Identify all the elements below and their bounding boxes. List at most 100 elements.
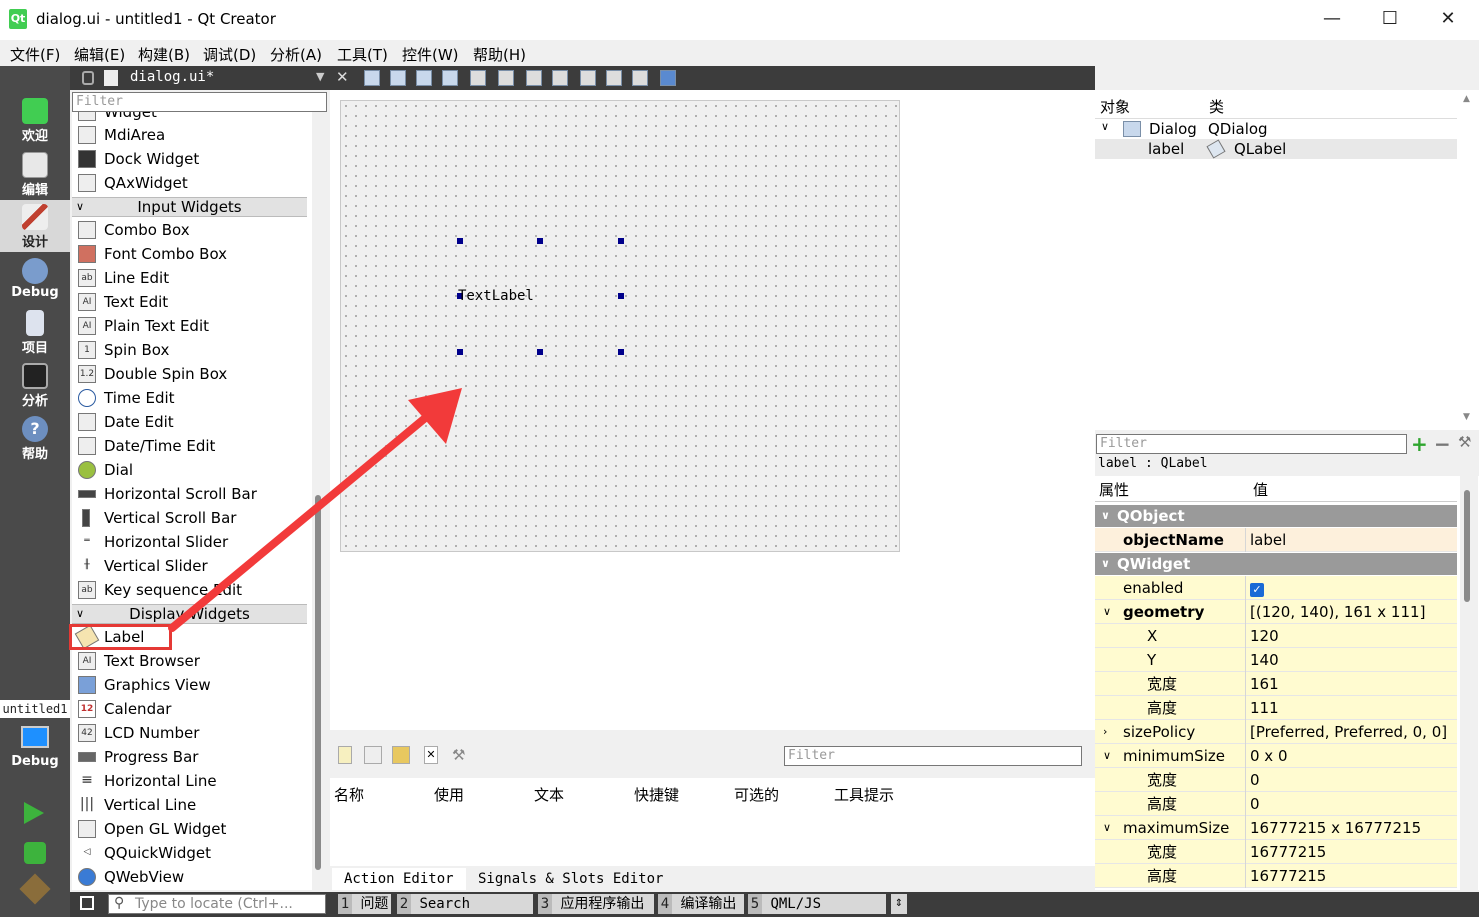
add-property-icon[interactable]: + [1411,432,1428,456]
target-selector[interactable]: untitled1 Debug [0,700,70,790]
column-header[interactable]: 工具提示 [834,784,894,805]
property-row-minimumsize[interactable]: ∨ minimumSize 0 x 0 [1095,744,1457,768]
mode-project[interactable]: 项目 [0,306,70,358]
selection-handle[interactable] [457,349,463,355]
column-header[interactable]: 快捷键 [634,784,679,805]
mode-help[interactable]: ? 帮助 [0,412,70,464]
copy-action-icon[interactable] [364,746,382,764]
edit-buddies-icon[interactable] [416,70,432,86]
selection-handle[interactable] [618,293,624,299]
property-row-y[interactable]: Y 140 [1095,648,1457,672]
run-icon[interactable] [24,802,44,824]
edit-widgets-icon[interactable] [364,70,380,86]
build-hammer-icon[interactable] [19,873,51,905]
menu-build[interactable]: 构建(B) [138,44,190,65]
widget-item[interactable]: Font Combo Box [72,242,312,266]
mode-edit[interactable]: 编辑 [0,148,70,200]
property-row-maximumsize[interactable]: ∨ maximumSize 16777215 x 16777215 [1095,816,1457,840]
property-row-geometry[interactable]: ∨ geometry [(120, 140), 161 x 111] [1095,600,1457,624]
enabled-checkbox[interactable]: ✓ [1250,583,1264,597]
column-header[interactable]: 可选的 [734,784,779,805]
column-header[interactable]: 名称 [334,784,364,805]
menu-edit[interactable]: 编辑(E) [74,44,125,65]
tree-row-label[interactable]: label QLabel [1095,139,1457,159]
tab-signals-slots-editor[interactable]: Signals & Slots Editor [466,868,675,890]
column-header[interactable]: 文本 [534,784,564,805]
group-qobject[interactable]: ∨ QObject [1095,505,1457,527]
edit-tab-order-icon[interactable] [442,70,458,86]
mode-analyze[interactable]: 分析 [0,359,70,411]
property-row-max-height[interactable]: 高度 16777215 [1095,864,1457,888]
property-row-height[interactable]: 高度 111 [1095,696,1457,720]
locator-input[interactable]: Type to locate (Ctrl+... [108,894,326,914]
widget-item[interactable]: AI Plain Text Edit [72,314,312,338]
widget-filter-input[interactable]: Filter [72,92,327,112]
selection-handle[interactable] [457,238,463,244]
open-file-tab[interactable]: dialog.ui* [130,69,214,85]
widget-item[interactable]: Progress Bar [72,745,312,769]
selection-handle[interactable] [537,349,543,355]
output-pane-issues[interactable]: 1 问题 [338,894,391,914]
property-row-enabled[interactable]: enabled ✓ [1095,576,1457,600]
layout-vertical-splitter-icon[interactable] [552,70,568,86]
widget-item[interactable]: 42 LCD Number [72,721,312,745]
break-layout-icon[interactable] [632,70,648,86]
property-row-x[interactable]: X 120 [1095,624,1457,648]
tree-row-dialog[interactable]: ∨ Dialog QDialog [1095,119,1457,139]
output-pane-app[interactable]: 3 应用程序输出 [538,894,654,914]
chevron-updown-icon[interactable]: ⇕ [891,894,907,914]
widget-item[interactable]: Open GL Widget [72,817,312,841]
property-row-min-width[interactable]: 宽度 0 [1095,768,1457,792]
object-inspector-scrollbar[interactable]: ▲ ▼ [1460,92,1476,428]
property-row-sizepolicy[interactable]: › sizePolicy [Preferred, Preferred, 0, 0… [1095,720,1457,744]
wrench-icon[interactable]: ⚒ [1458,433,1471,451]
toggle-sidebar-icon[interactable] [80,896,94,910]
chevron-down-icon[interactable]: ▼ [316,70,324,83]
widget-item[interactable]: Combo Box [72,218,312,242]
property-editor-scroll-thumb[interactable] [1464,490,1470,602]
action-filter-input[interactable]: Filter [784,746,1082,766]
output-pane-search[interactable]: 2 Search Results [397,894,533,917]
wrench-icon[interactable]: ⚒ [452,746,470,764]
layout-horizontal-splitter-icon[interactable] [526,70,542,86]
menu-file[interactable]: 文件(F) [10,44,60,65]
selection-handle[interactable] [618,349,624,355]
widget-item[interactable]: AI Text Browser [72,649,312,673]
close-document-icon[interactable]: ✕ [336,68,349,86]
widget-item[interactable]: QWebView [72,865,312,889]
form-text-label[interactable]: TextLabel [458,288,534,304]
scroll-down-icon[interactable]: ▼ [1463,412,1470,422]
tab-action-editor[interactable]: Action Editor [332,868,466,890]
column-header-value[interactable]: 值 [1245,478,1457,502]
selection-handle[interactable] [537,238,543,244]
layout-horizontal-icon[interactable] [470,70,486,86]
property-row-width[interactable]: 宽度 161 [1095,672,1457,696]
lock-icon[interactable] [82,71,94,85]
column-header-property[interactable]: 属性 [1095,478,1245,502]
column-header-class[interactable]: 类 [1209,96,1224,117]
widget-item[interactable]: Graphics View [72,673,312,697]
category-input-widgets[interactable]: ∨ Input Widgets [72,197,307,217]
property-row-objectname[interactable]: objectName label [1095,528,1457,552]
layout-grid-icon[interactable] [606,70,622,86]
menu-debug[interactable]: 调试(D) [203,44,256,65]
paste-action-icon[interactable] [392,746,410,764]
property-row-max-width[interactable]: 宽度 16777215 [1095,840,1457,864]
maximize-button[interactable]: ☐ [1361,0,1419,40]
mode-debug[interactable]: Debug [0,254,70,306]
widget-item[interactable]: ||| Vertical Line [72,793,312,817]
selection-handle[interactable] [618,238,624,244]
widget-item[interactable]: ≡ Horizontal Line [72,769,312,793]
column-header[interactable]: 使用 [434,784,464,805]
widget-item[interactable]: ab Line Edit [72,266,312,290]
property-row-min-height[interactable]: 高度 0 [1095,792,1457,816]
mode-design[interactable]: 设计 [0,200,70,252]
menu-tools[interactable]: 工具(T) [337,44,388,65]
debug-run-icon[interactable] [24,842,46,864]
layout-form-icon[interactable] [580,70,596,86]
new-action-icon[interactable] [338,746,352,764]
group-qwidget[interactable]: ∨ QWidget [1095,553,1457,575]
property-filter-input[interactable]: Filter [1096,434,1407,454]
delete-action-icon[interactable]: ✕ [424,746,438,764]
mode-welcome[interactable]: 欢迎 [0,94,70,146]
